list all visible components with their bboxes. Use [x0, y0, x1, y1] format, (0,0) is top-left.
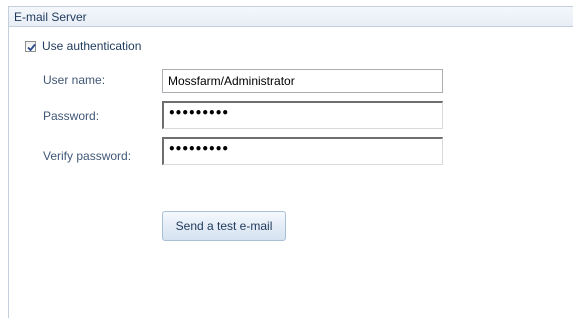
- panel-title: E-mail Server: [14, 10, 87, 24]
- use-authentication-option[interactable]: Use authentication: [25, 38, 141, 54]
- use-authentication-label[interactable]: Use authentication: [42, 39, 141, 53]
- use-authentication-checkbox[interactable]: [25, 40, 36, 52]
- send-test-email-button[interactable]: Send a test e-mail: [162, 211, 286, 241]
- panel-header: E-mail Server: [9, 7, 573, 27]
- verify-password-label: Verify password:: [43, 149, 132, 163]
- username-field[interactable]: Mossfarm/Administrator: [162, 69, 443, 93]
- password-label: Password:: [43, 109, 100, 123]
- username-label: User name:: [43, 73, 106, 87]
- check-icon: [27, 43, 36, 51]
- verify-password-field[interactable]: •••••••••: [162, 137, 443, 165]
- password-field[interactable]: •••••••••: [162, 101, 443, 129]
- email-server-panel: E-mail Server Use authentication User na…: [8, 6, 573, 318]
